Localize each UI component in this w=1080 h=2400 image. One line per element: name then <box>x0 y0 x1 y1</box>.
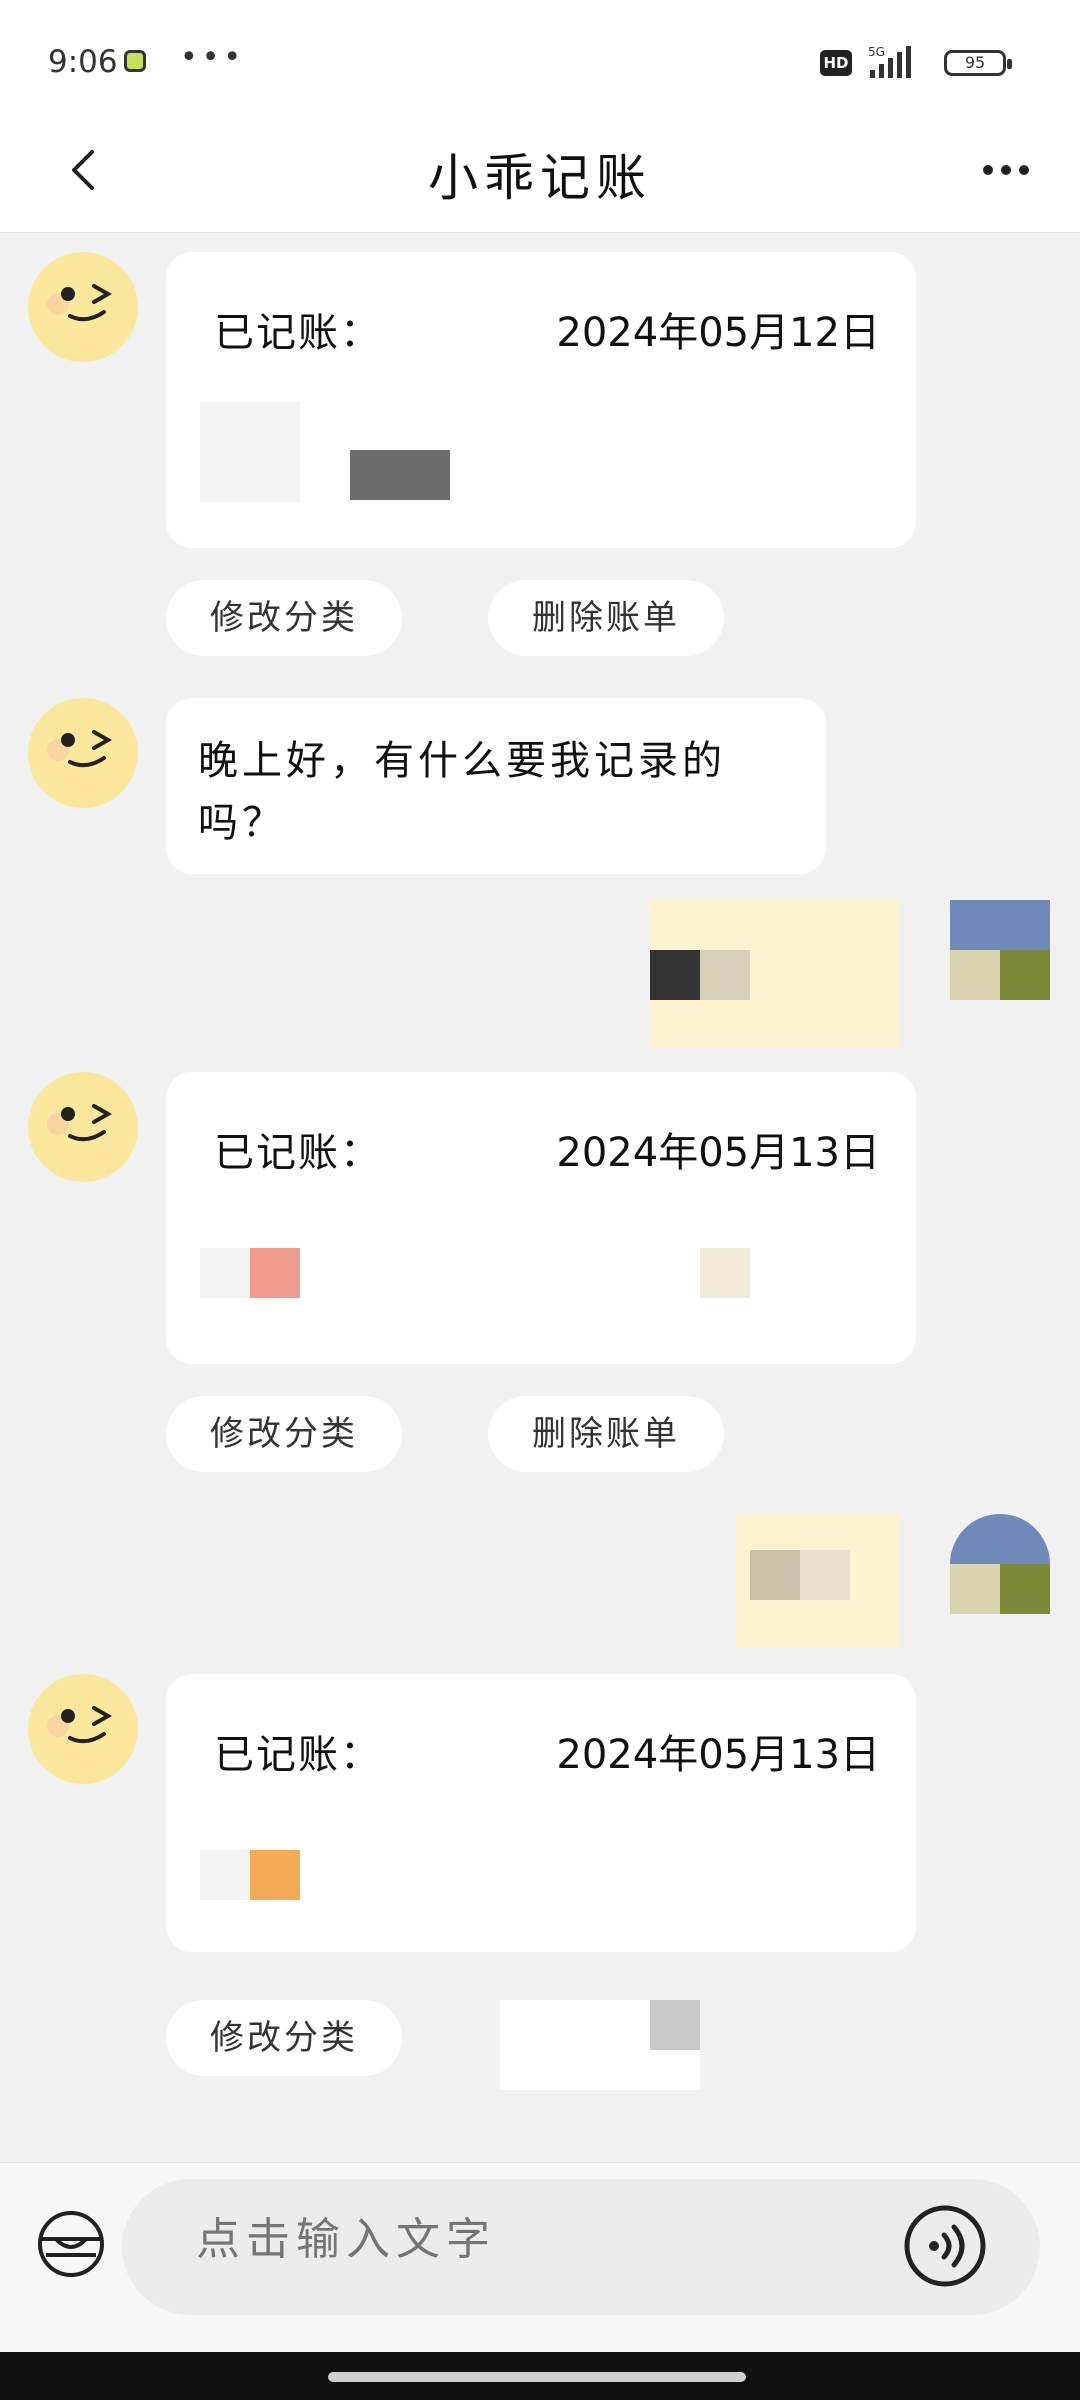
redacted-action <box>500 2000 700 2090</box>
user-avatar[interactable] <box>950 1514 1050 1614</box>
edit-category-button[interactable]: 修改分类 <box>166 1396 402 1472</box>
voice-icon[interactable] <box>902 2203 988 2289</box>
edit-category-button[interactable]: 修改分类 <box>166 2000 402 2076</box>
wink-face-icon <box>47 1104 113 1142</box>
delete-bill-button[interactable]: 删除账单 <box>488 1396 724 1472</box>
app-header: 小乖记账 <box>0 110 1080 233</box>
app-notification-icon <box>124 50 146 72</box>
record-date: 2024年05月13日 <box>556 1130 880 1176</box>
wink-face-icon <box>47 730 113 768</box>
message-input[interactable] <box>194 2213 798 2266</box>
redacted-amount <box>350 450 450 500</box>
home-indicator[interactable] <box>328 2372 746 2382</box>
edit-category-button[interactable]: 修改分类 <box>166 580 402 656</box>
record-date: 2024年05月12日 <box>556 310 880 356</box>
category-icon <box>200 1248 250 1298</box>
page-title: 小乖记账 <box>428 149 652 207</box>
input-bar <box>0 2162 1080 2353</box>
bot-avatar[interactable] <box>28 1674 138 1784</box>
bot-avatar[interactable] <box>28 252 138 362</box>
status-more: ••• <box>180 40 246 75</box>
record-card: 已记账： 2024年05月13日 <box>166 1072 916 1364</box>
user-avatar[interactable] <box>950 900 1050 1000</box>
record-card: 已记账： 2024年05月12日 <box>166 252 916 548</box>
redacted-amount <box>700 1248 750 1298</box>
wink-face-icon <box>47 1706 113 1744</box>
category-icon <box>200 402 300 502</box>
system-nav-bar <box>0 2352 1080 2400</box>
bot-message-text: 晚上好，有什么要我记录的吗？ <box>198 738 726 846</box>
record-card: 已记账： 2024年05月13日 <box>166 1674 916 1952</box>
delete-bill-button[interactable]: 删除账单 <box>488 580 724 656</box>
wallet-icon[interactable] <box>36 2209 106 2279</box>
hd-badge: HD <box>820 50 852 76</box>
bot-message-bubble: 晚上好，有什么要我记录的吗？ <box>166 698 826 874</box>
message-input-container[interactable] <box>122 2179 1040 2315</box>
more-icon[interactable] <box>976 140 1036 200</box>
user-message-bubble <box>736 1514 900 1648</box>
category-icon <box>200 1850 250 1900</box>
bot-avatar[interactable] <box>28 1072 138 1182</box>
bot-avatar[interactable] <box>28 698 138 808</box>
signal-icon: 5G <box>868 45 911 78</box>
battery-icon: 95 <box>944 50 1012 76</box>
status-bar: 9:06 ••• HD 5G 95 <box>0 0 1080 110</box>
network-type: 5G <box>868 45 885 59</box>
record-date: 2024年05月13日 <box>556 1732 880 1778</box>
user-message-bubble <box>650 900 900 1048</box>
status-time: 9:06 <box>48 44 118 80</box>
wink-face-icon <box>47 284 113 322</box>
